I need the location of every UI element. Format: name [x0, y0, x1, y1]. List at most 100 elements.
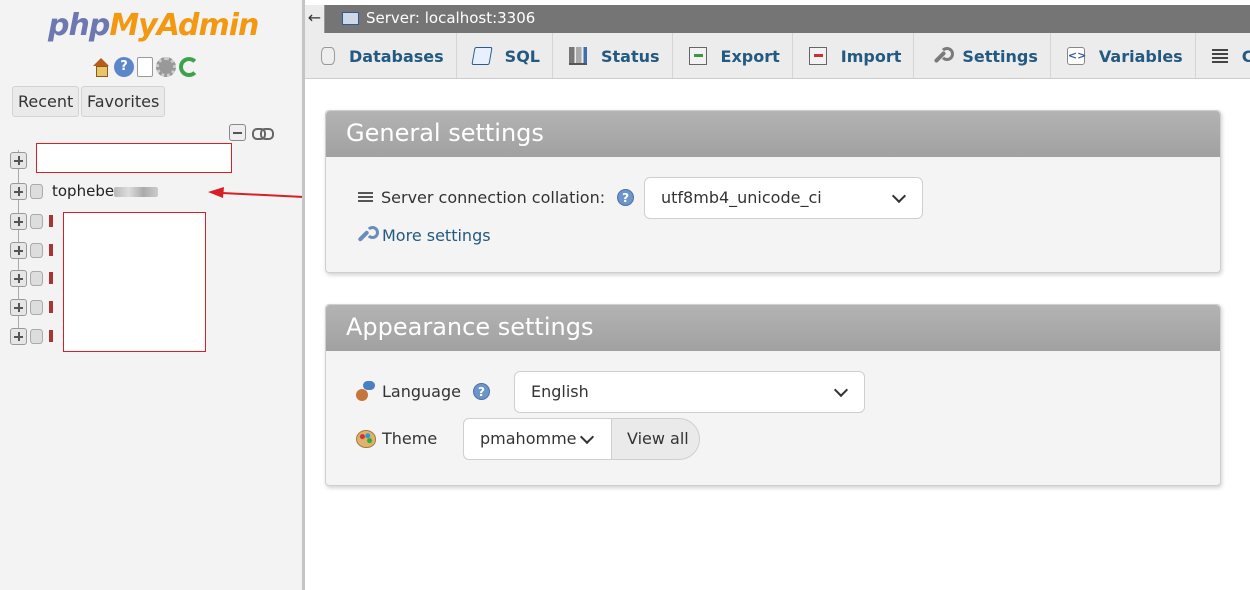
- db-tree-row[interactable]: [10, 326, 53, 346]
- db-tree-row[interactable]: tophebe: [10, 181, 159, 201]
- language-label: Language ?: [356, 381, 490, 401]
- tab-export[interactable]: Export: [673, 33, 793, 78]
- tab-databases[interactable]: Databases: [305, 33, 457, 78]
- tab-label: Export: [720, 46, 780, 66]
- theme-label: Theme: [356, 429, 437, 448]
- database-icon: [30, 183, 43, 199]
- database-icon: [30, 270, 43, 286]
- palette-icon: [356, 429, 376, 448]
- database-name-fragment: [49, 215, 53, 227]
- sidebar-resize-handle[interactable]: [302, 0, 305, 590]
- favorite-tables-button[interactable]: Favorites: [81, 86, 166, 117]
- database-icon: [30, 213, 43, 229]
- expand-plus-icon[interactable]: [10, 269, 27, 287]
- server-breadcrumb-bar: ← Server: localhost:3306: [305, 5, 1250, 33]
- more-settings-link[interactable]: More settings: [356, 225, 491, 245]
- docs-icon[interactable]: [137, 57, 153, 77]
- expand-plus-icon[interactable]: [10, 182, 27, 200]
- settings-icon[interactable]: [156, 57, 176, 77]
- wrench-icon: [930, 47, 955, 65]
- server-breadcrumb[interactable]: Server: localhost:3306: [366, 9, 535, 27]
- chevron-down-icon: [579, 429, 595, 445]
- db-tree-row[interactable]: [10, 240, 53, 260]
- collation-label-text: Server connection collation:: [381, 188, 606, 207]
- tab-label: SQL: [504, 46, 540, 66]
- expand-plus-icon[interactable]: [10, 327, 27, 345]
- tab-label: Variables: [1098, 46, 1183, 66]
- tab-import[interactable]: Import: [793, 33, 915, 78]
- view-all-themes-button[interactable]: View all: [611, 418, 700, 460]
- database-icon: [30, 299, 43, 315]
- help-icon[interactable]: ?: [472, 382, 490, 400]
- general-settings-panel: General settings Server connection colla…: [325, 110, 1221, 273]
- panel-title: Appearance settings: [326, 305, 1220, 351]
- database-name-fragment: [49, 244, 53, 256]
- variables-icon: <>: [1066, 47, 1086, 65]
- export-icon: [688, 47, 707, 65]
- database-name[interactable]: tophebe: [52, 182, 159, 200]
- language-label-text: Language: [382, 381, 461, 401]
- navigation-sidebar: phpMyAdmin ? Recent Favorites tophebe: [0, 0, 304, 590]
- tab-status[interactable]: Status: [553, 33, 673, 78]
- tab-settings[interactable]: Settings: [914, 33, 1051, 78]
- expand-plus-icon[interactable]: [10, 212, 27, 230]
- logo-admin-text: MyAdmin: [109, 8, 259, 43]
- theme-select[interactable]: pmahomme: [463, 418, 613, 460]
- expand-plus-icon[interactable]: [10, 151, 27, 169]
- redaction-box: [36, 143, 232, 173]
- panel-title: General settings: [326, 111, 1220, 157]
- help-icon[interactable]: ?: [617, 189, 635, 206]
- database-name-fragment: [49, 301, 53, 313]
- tab-charsets[interactable]: Charsets: [1196, 33, 1250, 78]
- tab-variables[interactable]: <> Variables: [1051, 33, 1196, 78]
- database-icon: [30, 242, 43, 258]
- language-icon: [356, 381, 376, 401]
- logo-php-text: php: [48, 8, 110, 43]
- database-icon: [30, 328, 43, 344]
- language-select-value: English: [531, 382, 589, 401]
- redaction-box: [63, 212, 206, 352]
- tab-label: Import: [840, 46, 902, 66]
- db-tree-row[interactable]: [10, 150, 27, 170]
- collation-select[interactable]: utf8mb4_unicode_ci: [644, 177, 923, 219]
- tab-label: Charsets: [1242, 47, 1250, 66]
- database-name-text: tophebe: [52, 182, 115, 200]
- db-tree-row[interactable]: [10, 268, 53, 288]
- expand-plus-icon[interactable]: [10, 241, 27, 259]
- tab-sql[interactable]: SQL: [457, 33, 553, 78]
- list-icon: [358, 191, 373, 204]
- db-tree-row[interactable]: [10, 211, 53, 231]
- language-select[interactable]: English: [514, 371, 865, 413]
- db-tree-row[interactable]: [10, 297, 53, 317]
- collation-label: Server connection collation: ?: [358, 188, 635, 207]
- collapse-sidebar-button[interactable]: ←: [305, 5, 325, 33]
- home-icon[interactable]: [91, 57, 111, 77]
- tab-label: Status: [601, 46, 660, 66]
- server-icon: [342, 12, 359, 25]
- theme-label-text: Theme: [382, 429, 438, 448]
- status-icon: [569, 47, 587, 65]
- collapse-all-icon[interactable]: [229, 124, 246, 141]
- help-icon[interactable]: ?: [114, 57, 134, 77]
- link-with-main-icon[interactable]: [252, 128, 274, 140]
- main-tab-bar: Databases SQL Status Export Import Setti…: [305, 33, 1250, 79]
- charsets-icon: [1211, 49, 1228, 63]
- theme-select-value: pmahomme: [480, 429, 577, 448]
- wrench-icon: [356, 225, 379, 245]
- database-name-fragment: [49, 272, 53, 284]
- appearance-settings-panel: Appearance settings Language ? English T…: [325, 304, 1221, 486]
- expand-plus-icon[interactable]: [10, 298, 27, 316]
- chevron-down-icon: [833, 382, 849, 398]
- tab-label: Databases: [349, 46, 444, 66]
- recent-tables-button[interactable]: Recent: [12, 86, 80, 117]
- reload-icon[interactable]: [179, 57, 199, 77]
- annotation-arrow: [208, 187, 304, 198]
- chevron-down-icon: [891, 188, 907, 204]
- import-icon: [808, 47, 827, 65]
- blurred-text: [114, 186, 159, 197]
- more-settings-text: More settings: [382, 225, 491, 245]
- tab-label: Settings: [962, 46, 1038, 66]
- quick-links: ?: [91, 57, 199, 77]
- sql-icon: [471, 47, 493, 65]
- phpmyadmin-logo[interactable]: phpMyAdmin: [48, 8, 259, 43]
